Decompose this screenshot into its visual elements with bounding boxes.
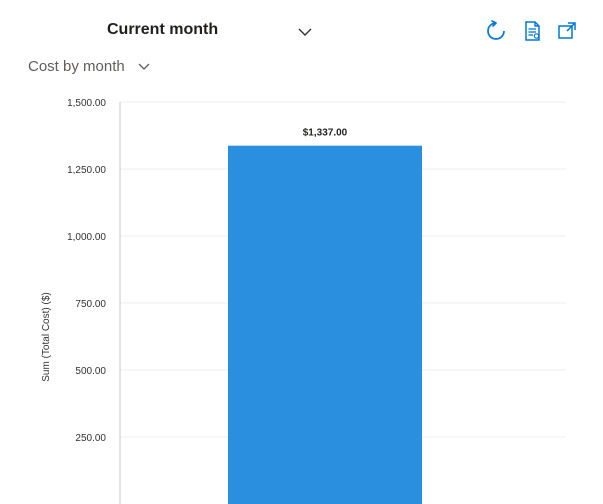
- view-selector-dropdown[interactable]: Current month: [98, 16, 328, 46]
- y-axis-tick-label: 250.00: [75, 433, 106, 444]
- y-axis-title: Sum (Total Cost) ($): [41, 292, 52, 381]
- view-details-button[interactable]: [520, 19, 544, 43]
- cost-bar-chart: 1,500.00 1,250.00 1,000.00 750.00 500.00 250.…: [41, 98, 566, 504]
- chart-bars: [228, 145, 422, 504]
- y-axis-tick-label: 1,000.00: [67, 232, 106, 243]
- cost-bar[interactable]: [228, 145, 422, 504]
- refresh-button[interactable]: [484, 19, 508, 43]
- cost-analysis-panel: Current month Cost by month 1,500.00 1,2…: [0, 0, 603, 504]
- refresh-icon: [484, 19, 508, 43]
- open-in-new-window-button[interactable]: [555, 19, 579, 43]
- y-axis-ticks: 1,500.00 1,250.00 1,000.00 750.00 500.00 250.…: [67, 98, 106, 444]
- y-axis-tick-label: 1,250.00: [67, 165, 106, 176]
- chart-type-label: Cost by month: [28, 58, 125, 75]
- chevron-down-icon: [297, 24, 313, 40]
- chevron-down-icon: [137, 60, 151, 74]
- y-axis-tick-label: 750.00: [75, 299, 106, 310]
- y-axis-tick-label: 500.00: [75, 366, 106, 377]
- bar-data-label: $1,337.00: [303, 128, 348, 139]
- panel-header: Current month: [0, 0, 603, 60]
- chart-type-dropdown[interactable]: Cost by month: [24, 54, 164, 80]
- open-in-new-window-icon: [555, 19, 579, 43]
- table-details-icon: [520, 19, 544, 43]
- chart-data-labels: $1,337.00: [303, 128, 348, 139]
- y-axis-tick-label: 1,500.00: [67, 98, 106, 109]
- view-selector-label: Current month: [107, 21, 219, 38]
